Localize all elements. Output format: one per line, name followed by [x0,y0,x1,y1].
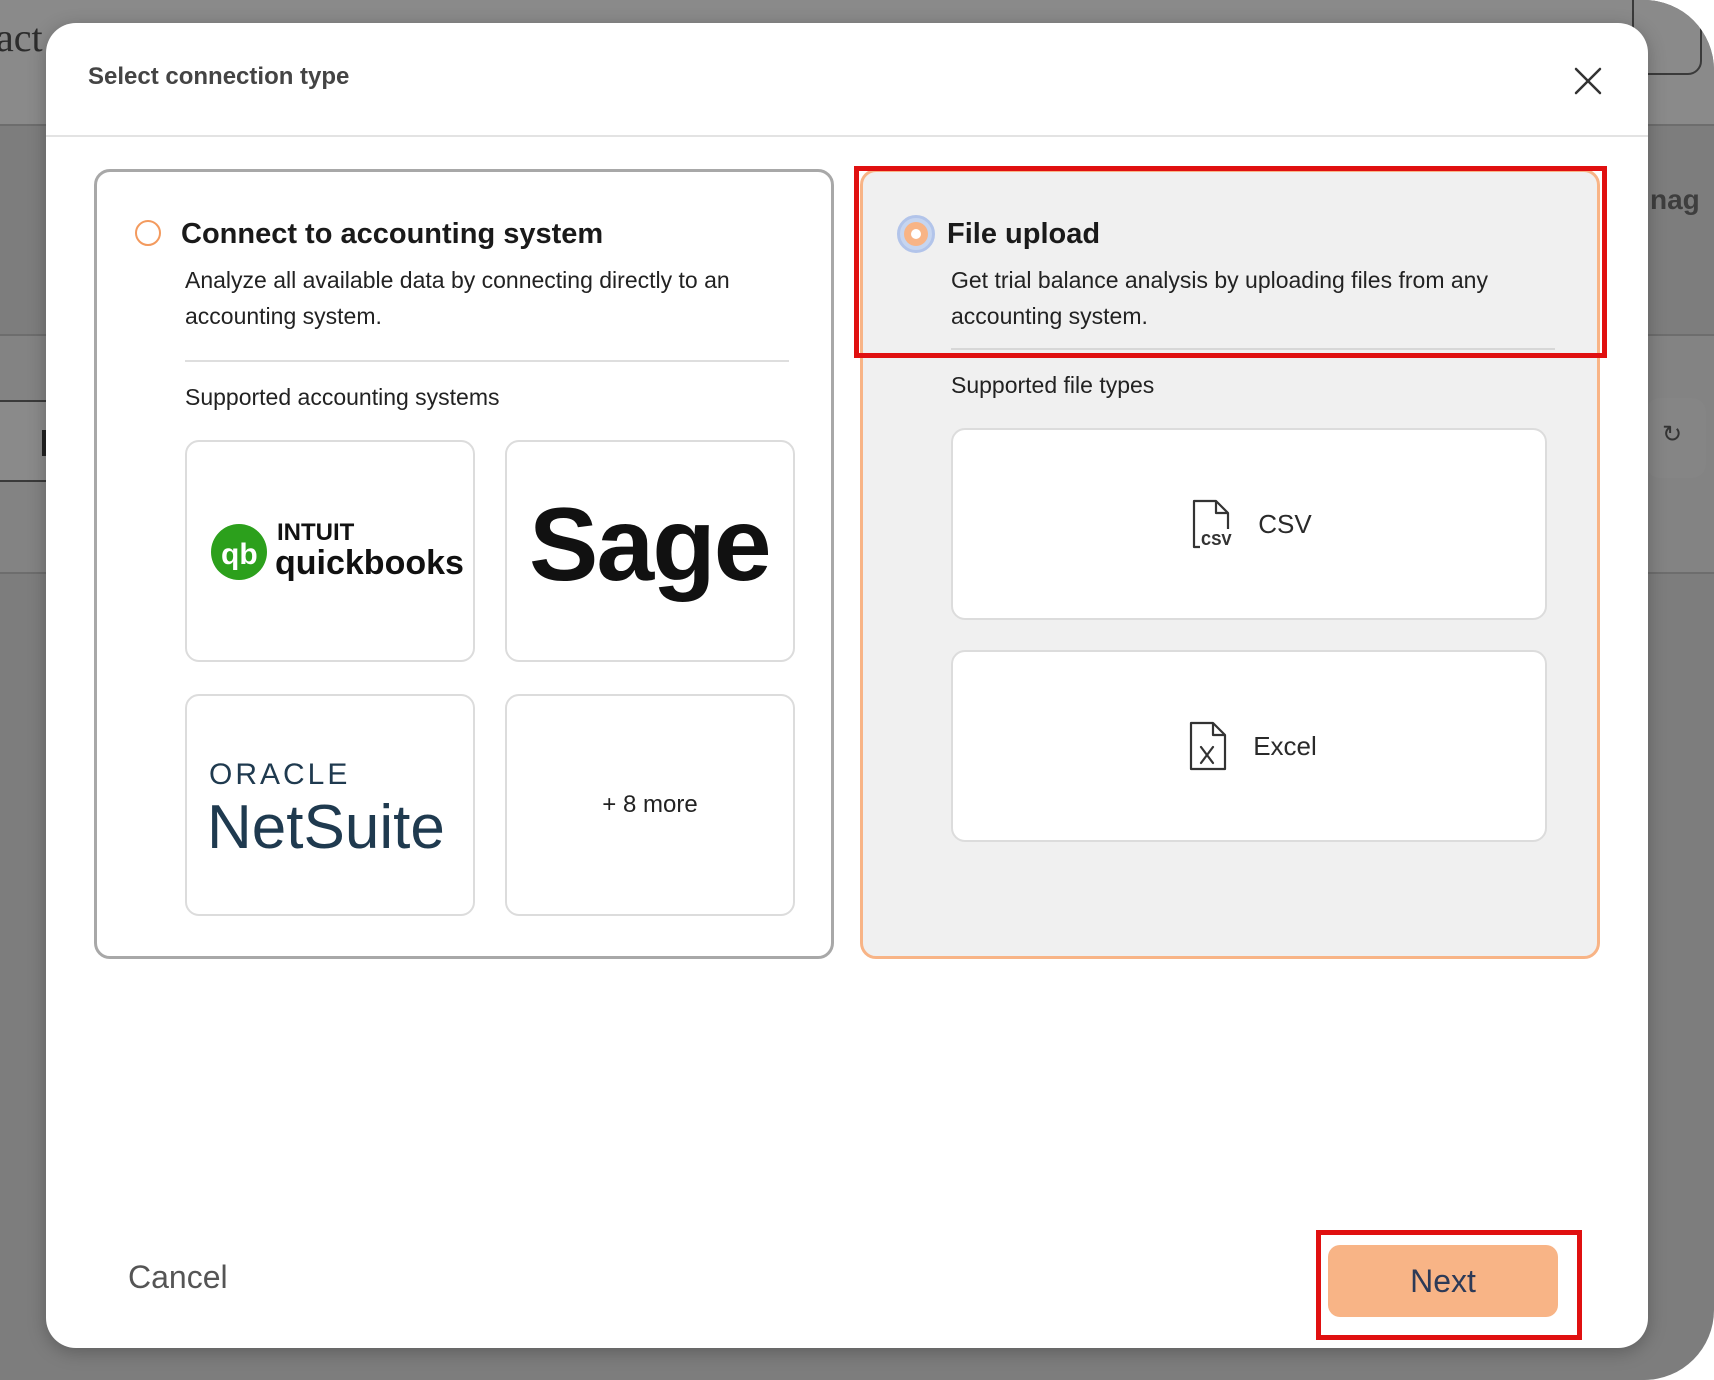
quickbooks-brand-name: quickbooks [275,544,464,582]
radio-file-upload[interactable] [897,215,935,253]
option-divider [185,360,789,362]
refresh-icon: ↻ [1662,421,1683,448]
option-card-file-upload[interactable]: File upload Get trial balance analysis b… [860,169,1600,959]
csv-file-icon: CSV [1193,499,1241,551]
file-type-tile-csv[interactable]: CSV CSV [951,428,1547,620]
file-type-label: CSV [1258,508,1312,539]
more-systems-label: + 8 more [602,791,698,818]
netsuite-brand-name: NetSuite [207,793,445,862]
svg-text:CSV: CSV [1201,532,1232,551]
sage-logo-icon: Sage [529,487,772,603]
close-button[interactable] [1566,59,1610,103]
modal-header: Select connection type [46,23,1648,137]
quickbooks-brand-top: INTUIT [277,519,355,546]
option-card-accounting-system[interactable]: Connect to accounting system Analyze all… [94,169,834,959]
option-title: Connect to accounting system [181,218,604,250]
cancel-button[interactable]: Cancel [128,1259,228,1296]
svg-text:qb: qb [221,538,258,571]
supported-systems-label: Supported accounting systems [185,384,500,410]
system-tile-more[interactable]: + 8 more [505,694,795,916]
option-description: Get trial balance analysis by uploading … [951,267,1488,329]
option-divider [951,348,1555,350]
modal-title: Select connection type [88,63,350,90]
quickbooks-logo-icon: qb INTUIT quickbooks [211,519,464,582]
netsuite-logo-icon: ORACLE NetSuite [207,758,445,862]
sage-brand-name: Sage [529,487,770,603]
backdrop-heading-fragment: act [0,15,43,60]
supported-file-types-label: Supported file types [951,372,1155,398]
excel-file-icon [1190,721,1227,771]
netsuite-brand-top: ORACLE [209,758,350,791]
system-tile-quickbooks[interactable]: qb INTUIT quickbooks [185,440,475,662]
option-title: File upload [947,218,1101,250]
radio-accounting-system[interactable] [135,220,161,246]
backdrop-refresh-button: ↻ [1646,398,1706,478]
next-button[interactable]: Next [1328,1245,1558,1317]
file-type-label: Excel [1253,730,1317,761]
option-description: Analyze all available data by connecting… [185,267,730,329]
connection-type-modal: Select connection type Connect to accoun… [46,23,1648,1348]
backdrop-label-fragment: nag [1650,184,1700,215]
system-tile-netsuite[interactable]: ORACLE NetSuite [185,694,475,916]
system-tile-sage[interactable]: Sage [505,440,795,662]
file-type-tile-excel[interactable]: Excel [951,650,1547,842]
close-icon [1574,67,1602,95]
